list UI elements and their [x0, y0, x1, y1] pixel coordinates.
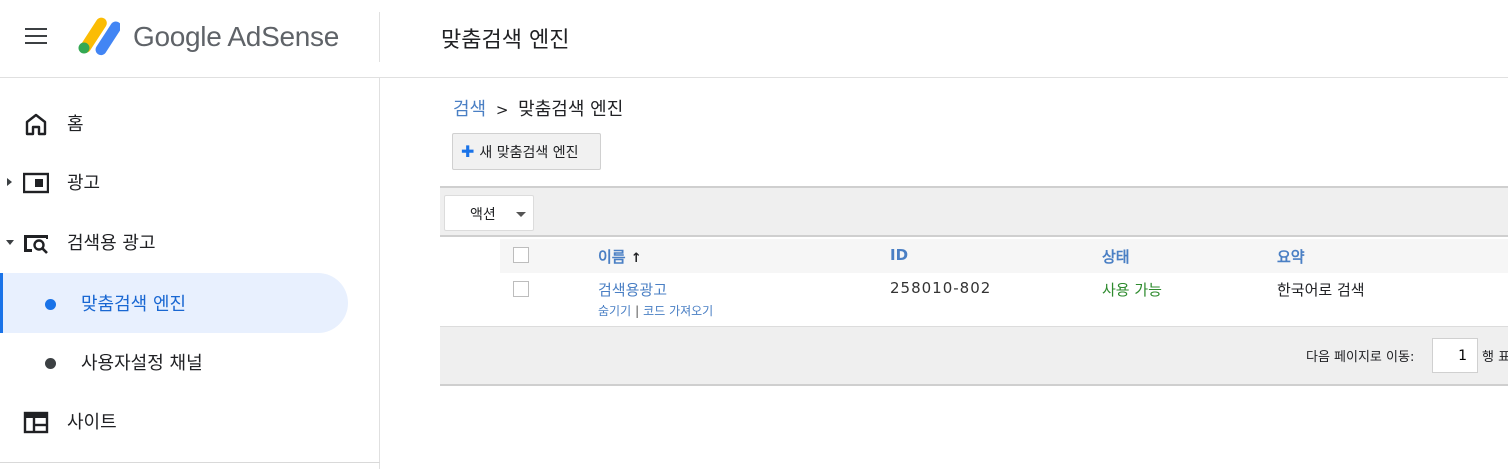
bullet-icon [45, 299, 56, 310]
sidebar-item-label: 맞춤검색 엔진 [81, 294, 187, 315]
top-app-bar: Google AdSense 맞춤검색 엔진 [0, 0, 1508, 78]
actions-dropdown[interactable]: 액션 [444, 195, 534, 231]
dropdown-arrow-icon [516, 212, 526, 217]
column-name-label: 이름 [598, 248, 626, 266]
goto-page-input[interactable] [1432, 338, 1478, 373]
get-code-link[interactable]: 코드 가져오기 [643, 304, 713, 318]
breadcrumb: 검색 > 맞춤검색 엔진 [453, 95, 623, 121]
sidebar-item-custom-channels[interactable]: 사용자설정 채널 [0, 332, 380, 392]
site-icon [23, 411, 49, 434]
column-header-id[interactable]: ID [890, 246, 908, 264]
sidebar: 홈 광고 검색용 광고 맞춤검색 엔진 사용자설정 채널 사이트 [0, 78, 380, 469]
sidebar-item-label: 사용자설정 채널 [81, 353, 203, 374]
table-row: 검색용광고 숨기기 | 코드 가져오기 258010-802 사용 가능 한국어로 … [500, 273, 1508, 326]
rows-per-page-label: 행 표 [1482, 350, 1508, 365]
ad-unit-icon [23, 172, 49, 194]
new-search-engine-label: 새 맞춤검색 엔진 [479, 144, 579, 161]
sidebar-item-sites[interactable]: 사이트 [0, 391, 380, 451]
actions-label: 액션 [470, 207, 496, 223]
sort-ascending-icon: ↑ [630, 251, 642, 266]
bullet-icon [45, 358, 56, 369]
sidebar-item-label: 광고 [67, 173, 101, 194]
chevron-right-icon[interactable] [7, 178, 12, 186]
plus-icon: ✚ [461, 141, 475, 161]
table-header: 이름 ↑ ID 상태 요약 [500, 239, 1508, 273]
search-ad-icon [24, 235, 48, 254]
breadcrumb-link-search[interactable]: 검색 [453, 99, 486, 120]
hide-link[interactable]: 숨기기 [598, 304, 631, 318]
header-divider [379, 12, 380, 62]
page-title: 맞춤검색 엔진 [441, 28, 570, 53]
adsense-logo-icon[interactable] [76, 17, 120, 57]
select-all-checkbox[interactable] [513, 247, 529, 263]
sidebar-item-ads[interactable]: 광고 [0, 152, 380, 212]
link-separator: | [635, 304, 640, 318]
sidebar-divider [0, 462, 380, 463]
row-checkbox[interactable] [513, 281, 529, 297]
brand-name: Google AdSense [133, 21, 339, 52]
sidebar-item-custom-search-engine[interactable]: 맞춤검색 엔진 [0, 273, 348, 333]
column-header-name[interactable]: 이름 ↑ [598, 246, 642, 267]
chevron-down-icon[interactable] [6, 240, 14, 245]
sidebar-item-label: 홈 [67, 114, 84, 135]
new-search-engine-button[interactable]: ✚ 새 맞춤검색 엔진 [452, 133, 601, 170]
column-header-status[interactable]: 상태 [1102, 246, 1130, 267]
hamburger-menu-icon[interactable] [25, 28, 49, 46]
engine-name-link[interactable]: 검색용광고 [598, 279, 667, 300]
sidebar-item-home[interactable]: 홈 [0, 93, 380, 153]
summary-text: 한국어로 검색 [1277, 281, 1365, 299]
status-badge: 사용 가능 [1102, 281, 1162, 299]
sidebar-item-label: 검색용 광고 [67, 233, 156, 254]
breadcrumb-separator: > [495, 101, 509, 119]
column-header-summary[interactable]: 요약 [1277, 246, 1305, 267]
home-icon [25, 113, 47, 136]
sidebar-item-label: 사이트 [67, 412, 117, 433]
row-action-links: 숨기기 | 코드 가져오기 [598, 302, 713, 319]
table-toolbar: 액션 [440, 186, 1508, 237]
engine-id: 258010-802 [890, 279, 992, 297]
goto-page-label: 다음 페이지로 이동: [1306, 350, 1415, 365]
sidebar-item-search-ads[interactable]: 검색용 광고 [0, 212, 380, 272]
breadcrumb-current: 맞춤검색 엔진 [518, 99, 624, 120]
pagination-bar: 다음 페이지로 이동: 행 표 [440, 326, 1508, 386]
